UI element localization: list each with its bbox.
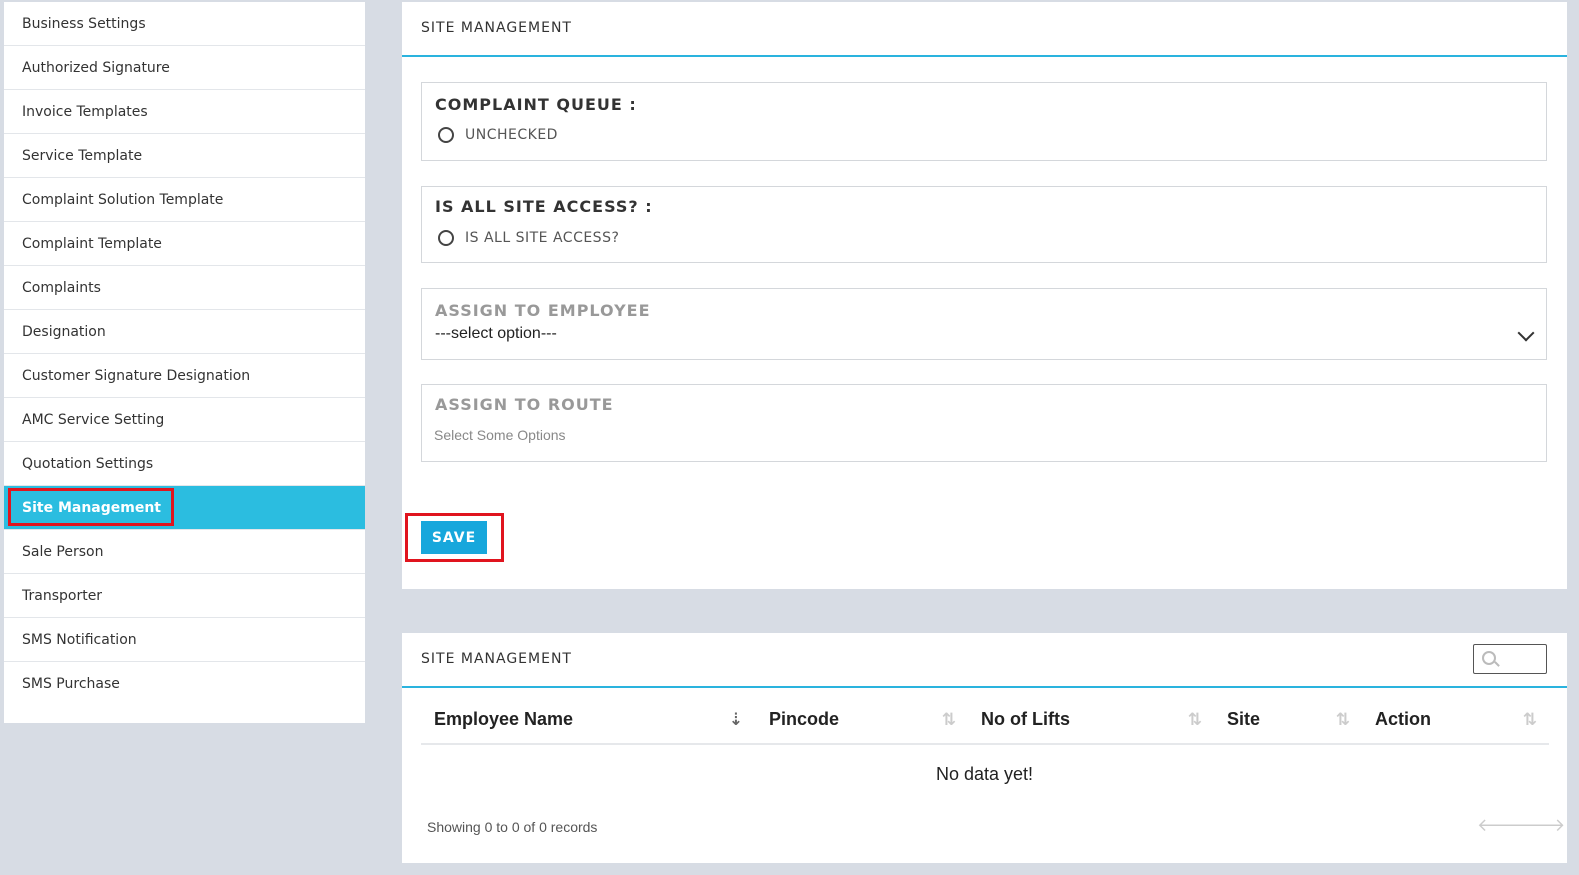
column-site[interactable]: Site (1227, 709, 1260, 730)
records-count: Showing 0 to 0 of 0 records (427, 819, 598, 835)
sidebar-item-quotation-settings[interactable]: Quotation Settings (4, 442, 365, 486)
site-management-form-panel: SITE MANAGEMENT COMPLAINT QUEUE : UNCHEC… (402, 2, 1567, 589)
sidebar-item-transporter[interactable]: Transporter (4, 574, 365, 618)
complaint-queue-label: COMPLAINT QUEUE : (435, 95, 637, 114)
column-action[interactable]: Action (1375, 709, 1431, 730)
arrow-right-icon[interactable]: 🡒 (1517, 815, 1565, 836)
sidebar-item-authorized-signature[interactable]: Authorized Signature (4, 46, 365, 90)
assign-employee-label: ASSIGN TO EMPLOYEE (435, 301, 651, 320)
all-site-access-option[interactable]: IS ALL SITE ACCESS? (438, 230, 619, 246)
sidebar-item-complaint-solution-template[interactable]: Complaint Solution Template (4, 178, 365, 222)
search-input[interactable] (1473, 644, 1547, 674)
all-site-access-group: IS ALL SITE ACCESS? : IS ALL SITE ACCESS… (421, 186, 1547, 263)
sort-desc-icon[interactable]: ⇣ (728, 710, 744, 730)
all-site-access-label: IS ALL SITE ACCESS? : (435, 197, 653, 216)
save-button[interactable]: SAVE (421, 521, 487, 554)
assign-employee-value: ---select option--- (435, 325, 557, 342)
assign-route-placeholder[interactable]: Select Some Options (434, 427, 566, 443)
sidebar-item-sale-person[interactable]: Sale Person (4, 530, 365, 574)
column-pincode[interactable]: Pincode (769, 709, 839, 730)
complaint-queue-group: COMPLAINT QUEUE : UNCHECKED (421, 82, 1547, 161)
sort-icon[interactable]: ⇅ (941, 710, 957, 730)
chevron-down-icon[interactable] (1517, 324, 1535, 342)
sidebar-item-business-settings[interactable]: Business Settings (4, 2, 365, 46)
site-management-list-panel: SITE MANAGEMENT Employee Name ⇣ Pincode … (402, 633, 1567, 863)
settings-sidebar: Business Settings Authorized Signature I… (4, 2, 365, 723)
sidebar-item-complaint-template[interactable]: Complaint Template (4, 222, 365, 266)
radio-icon[interactable] (438, 127, 454, 143)
empty-table-message: No data yet! (935, 764, 1034, 784)
list-title-text: SITE MANAGEMENT (421, 651, 572, 667)
sidebar-item-site-management[interactable]: Site Management (4, 486, 365, 530)
sidebar-item-customer-signature-designation[interactable]: Customer Signature Designation (4, 354, 365, 398)
sort-icon[interactable]: ⇅ (1187, 710, 1203, 730)
sidebar-item-label: Site Management (22, 500, 161, 516)
radio-icon[interactable] (438, 230, 454, 246)
list-panel-title: SITE MANAGEMENT (402, 633, 1567, 688)
complaint-queue-option-label: UNCHECKED (465, 127, 558, 143)
assign-route-multiselect[interactable]: ASSIGN TO ROUTE Select Some Options (421, 384, 1547, 462)
form-panel-title: SITE MANAGEMENT (402, 2, 1567, 57)
all-site-access-option-label: IS ALL SITE ACCESS? (465, 230, 620, 246)
sidebar-item-amc-service-setting[interactable]: AMC Service Setting (4, 398, 365, 442)
sidebar-item-sms-purchase[interactable]: SMS Purchase (4, 662, 365, 706)
complaint-queue-option[interactable]: UNCHECKED (438, 127, 558, 143)
assign-employee-select[interactable]: ASSIGN TO EMPLOYEE ---select option--- (421, 288, 1547, 360)
sidebar-item-invoice-templates[interactable]: Invoice Templates (4, 90, 365, 134)
column-employee-name[interactable]: Employee Name (434, 709, 573, 730)
assign-route-label: ASSIGN TO ROUTE (435, 395, 614, 414)
sidebar-item-complaints[interactable]: Complaints (4, 266, 365, 310)
table-header: Employee Name ⇣ Pincode ⇅ No of Lifts ⇅ … (421, 690, 1549, 745)
sidebar-item-sms-notification[interactable]: SMS Notification (4, 618, 365, 662)
sort-icon[interactable]: ⇅ (1522, 710, 1538, 730)
sort-icon[interactable]: ⇅ (1335, 710, 1351, 730)
column-no-of-lifts[interactable]: No of Lifts (981, 709, 1070, 730)
sidebar-item-service-template[interactable]: Service Template (4, 134, 365, 178)
search-icon (1482, 651, 1496, 665)
sidebar-item-designation[interactable]: Designation (4, 310, 365, 354)
